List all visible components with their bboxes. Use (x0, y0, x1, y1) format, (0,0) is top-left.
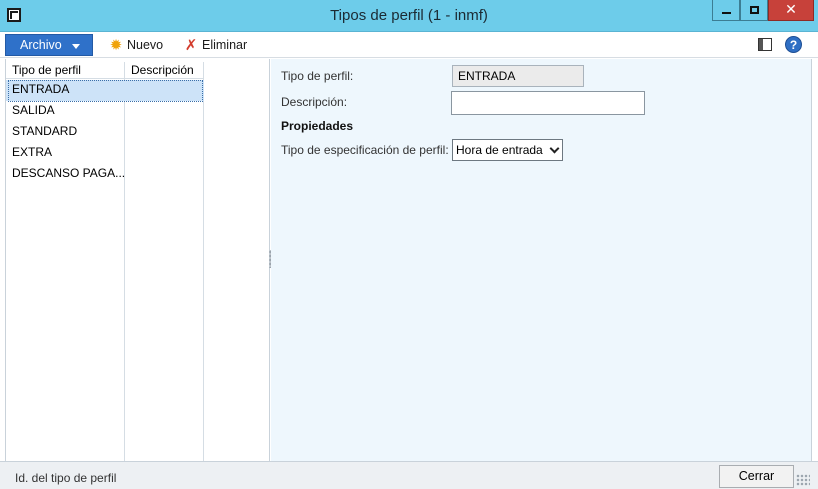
minimize-button[interactable] (712, 0, 740, 21)
propiedades-heading: Propiedades (281, 119, 354, 133)
descripcion-field[interactable] (451, 91, 645, 115)
row-tipo: EXTRA (12, 145, 53, 159)
help-icon[interactable]: ? (785, 36, 802, 53)
minimize-icon (721, 12, 731, 14)
layout-icon[interactable] (758, 38, 772, 51)
especificacion-select[interactable]: Hora de entrada (452, 139, 563, 161)
title-bar: Tipos de perfil (1 - inmf) ✕ (0, 0, 818, 32)
row-tipo: SALIDA (12, 103, 55, 117)
especificacion-label: Tipo de especificación de perfil: (281, 143, 449, 157)
especificacion-value: Hora de entrada (456, 143, 543, 157)
nuevo-button[interactable]: ✹ Nuevo (108, 36, 163, 54)
status-text: Id. del tipo de perfil (15, 471, 117, 485)
eliminar-button[interactable]: ✗ Eliminar (183, 36, 247, 54)
table-row[interactable]: ENTRADA (6, 80, 204, 102)
close-icon: ✕ (785, 2, 797, 18)
maximize-icon (749, 6, 759, 14)
status-bar: Id. del tipo de perfil Cerrar (0, 461, 818, 489)
descripcion-label: Descripción: (281, 95, 348, 109)
archivo-menu-button[interactable]: Archivo (5, 34, 93, 56)
detail-pane: Tipo de perfil: ENTRADA Descripción: Pro… (271, 59, 812, 461)
column-header-descripcion[interactable]: Descripción (124, 62, 204, 79)
window-title: Tipos de perfil (1 - inmf) (330, 7, 488, 24)
nuevo-label: Nuevo (127, 38, 164, 52)
chevron-down-icon (549, 143, 560, 154)
table-row[interactable]: EXTRA (6, 143, 204, 164)
table-row[interactable]: SALIDA (6, 101, 204, 122)
row-tipo: DESCANSO PAGA... (12, 166, 126, 180)
maximize-button[interactable] (740, 0, 768, 21)
row-tipo: ENTRADA (12, 82, 70, 96)
table-row[interactable]: DESCANSO PAGA... (6, 164, 204, 185)
grid-rows: ENTRADA SALIDA STANDARD EXTRA DESCANSO P… (6, 80, 204, 185)
table-row[interactable]: STANDARD (6, 122, 204, 143)
close-window-button[interactable]: ✕ (768, 0, 814, 21)
profile-type-list: Tipo de perfil Descripción ENTRADA SALID… (5, 59, 270, 461)
tipo-perfil-field: ENTRADA (452, 65, 584, 87)
column-header-tipo[interactable]: Tipo de perfil (6, 62, 124, 79)
action-toolbar: Archivo ✹ Nuevo ✗ Eliminar ? (0, 32, 818, 58)
delete-x-icon: ✗ (184, 36, 198, 54)
archivo-label: Archivo (20, 38, 62, 52)
sun-icon: ✹ (109, 36, 123, 54)
tipo-perfil-label: Tipo de perfil: (281, 69, 354, 83)
resize-grip[interactable] (796, 474, 810, 486)
chevron-down-icon (72, 44, 80, 49)
grid-header: Tipo de perfil Descripción (6, 62, 204, 79)
cerrar-button[interactable]: Cerrar (719, 465, 794, 488)
row-tipo: STANDARD (12, 124, 78, 138)
eliminar-label: Eliminar (202, 38, 248, 52)
